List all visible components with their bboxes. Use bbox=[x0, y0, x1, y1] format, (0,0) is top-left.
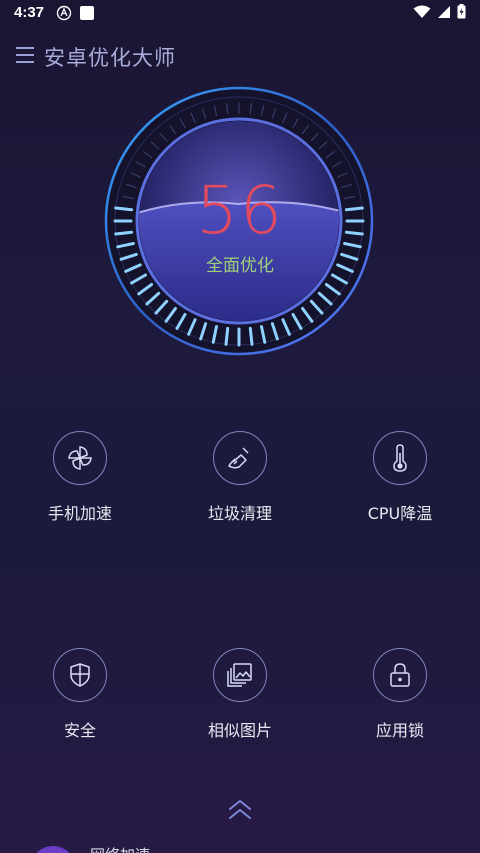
feature-label: 应用锁 bbox=[375, 721, 424, 740]
feature-similar-photos[interactable]: 相似图片 bbox=[180, 648, 300, 741]
feature-circle[interactable] bbox=[53, 431, 107, 485]
feature-app-lock[interactable]: 应用锁 bbox=[340, 648, 460, 741]
feature-security[interactable]: 安全 bbox=[20, 648, 140, 741]
fan-icon bbox=[68, 446, 92, 470]
feature-circle[interactable] bbox=[373, 431, 427, 485]
feature-label: 相似图片 bbox=[207, 721, 272, 740]
status-bar: 4:37 bbox=[0, 0, 480, 26]
gauge-tick bbox=[248, 326, 254, 346]
wifi-icon bbox=[413, 5, 431, 18]
feature-label: 手机加速 bbox=[47, 504, 112, 523]
feature-label: CPU降温 bbox=[367, 504, 433, 523]
broom-icon bbox=[228, 447, 249, 469]
feature-circle[interactable] bbox=[213, 431, 267, 485]
page-title: 安卓优化大师 bbox=[44, 46, 176, 70]
network-boost-icon bbox=[30, 846, 76, 853]
feature-circle[interactable] bbox=[213, 648, 267, 702]
gauge-score: 56 bbox=[196, 172, 284, 249]
feature-junk-clean[interactable]: 垃圾清理 bbox=[180, 431, 300, 524]
status-time: 4:37 bbox=[14, 4, 45, 21]
feature-circle[interactable] bbox=[53, 648, 107, 702]
lock-icon bbox=[390, 663, 410, 687]
feature-label: 安全 bbox=[63, 721, 96, 740]
app-header: 安卓优化大师 bbox=[0, 38, 480, 74]
bottom-item-label: 网络加速 bbox=[90, 844, 150, 853]
battery-icon bbox=[457, 4, 466, 19]
gauge-tick bbox=[224, 326, 230, 346]
feature-cpu-cool[interactable]: CPU降温 bbox=[340, 431, 460, 524]
bottom-item[interactable]: 网络加速 bbox=[0, 838, 480, 853]
shield-icon bbox=[70, 663, 90, 687]
thermometer-icon bbox=[393, 444, 407, 472]
status-icons bbox=[413, 4, 466, 19]
feature-label: 垃圾清理 bbox=[207, 504, 272, 523]
feature-phone-boost[interactable]: 手机加速 bbox=[20, 431, 140, 524]
optimize-all-label[interactable]: 全面优化 bbox=[0, 251, 480, 276]
signal-icon bbox=[438, 5, 450, 18]
accessibility-icon bbox=[56, 5, 72, 21]
notification-icon bbox=[80, 6, 94, 20]
expand-up-icon[interactable] bbox=[225, 798, 255, 822]
menu-icon[interactable] bbox=[16, 44, 34, 66]
feature-circle[interactable] bbox=[373, 648, 427, 702]
gallery-icon bbox=[227, 663, 252, 687]
